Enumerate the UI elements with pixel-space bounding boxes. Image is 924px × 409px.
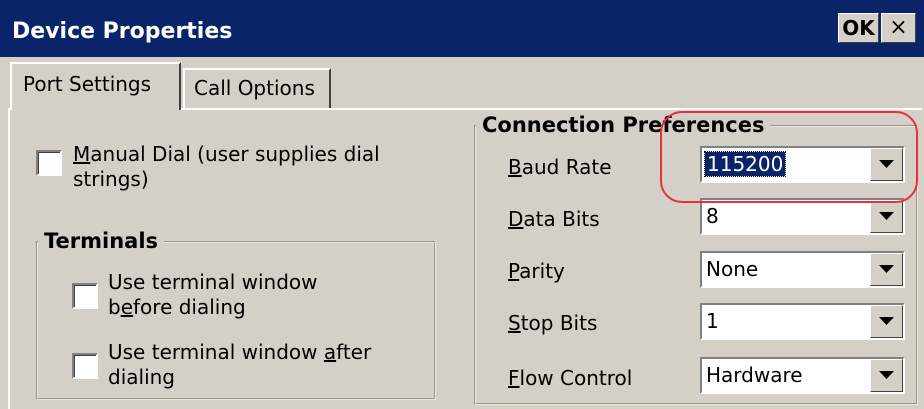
stop-bits-mnemonic: S [508,311,521,335]
tab-call-options-label: Call Options [194,76,315,100]
chevron-down-icon [879,317,894,325]
manual-dial-label-line1: anual Dial (user supplies dial [90,142,380,166]
terminal-before-line1: Use terminal window [108,270,318,294]
tab-port-settings[interactable]: Port Settings [10,62,181,110]
data-bits-mnemonic: D [508,207,524,231]
tab-call-options[interactable]: Call Options [183,68,331,108]
terminals-group-title: Terminals [38,228,165,254]
terminal-before-label[interactable]: Use terminal window before dialing [108,270,318,320]
data-bits-label: Data Bits [508,207,600,232]
flow-control-label-text: low Control [519,366,633,390]
chevron-down-icon [879,212,894,220]
data-bits-label-text: ata Bits [523,207,600,231]
manual-dial-label[interactable]: Manual Dial (user supplies dial strings) [73,142,380,192]
terminal-after-line2: dialing [108,365,175,389]
baud-rate-label: Baud Rate [508,155,612,180]
parity-dropdown-button[interactable] [870,253,903,286]
chevron-down-icon [879,371,894,379]
terminal-before-checkbox[interactable] [72,283,98,309]
manual-dial-label-line2: strings) [73,167,149,191]
terminal-after-line1-pre: Use terminal window [108,340,324,364]
manual-dial-checkbox[interactable] [36,150,62,176]
parity-value: None [706,257,759,281]
parity-label: Parity [508,259,565,284]
data-bits-value: 8 [706,204,719,228]
manual-dial-mnemonic: M [73,142,91,166]
close-button[interactable]: × [881,13,916,43]
terminal-after-mnemonic: a [323,340,337,364]
flow-control-label: Flow Control [508,366,632,391]
close-icon: × [889,15,908,40]
data-bits-select[interactable]: 8 [700,198,905,235]
tab-port-settings-label: Port Settings [23,72,152,96]
baud-rate-value: 115200 [703,151,787,177]
stop-bits-label: Stop Bits [508,311,597,336]
chevron-down-icon [879,265,894,273]
terminal-before-line2-post: fore dialing [133,295,246,319]
stop-bits-dropdown-button[interactable] [870,305,903,338]
data-bits-dropdown-button[interactable] [870,200,903,233]
window-title: Device Properties [12,19,233,44]
terminal-after-checkbox[interactable] [72,353,98,379]
terminal-after-label[interactable]: Use terminal window after dialing [108,340,371,390]
parity-select[interactable]: None [700,251,905,288]
baud-rate-mnemonic: B [508,155,522,179]
connection-preferences-title: Connection Preferences [476,112,771,138]
terminal-before-line2-pre: b [108,295,121,319]
terminal-before-mnemonic: e [120,295,134,319]
flow-control-dropdown-button[interactable] [870,359,903,392]
terminal-after-line1-post: fter [336,340,372,364]
flow-control-mnemonic: F [508,366,520,390]
baud-rate-label-text: aud Rate [521,155,612,179]
parity-label-text: arity [519,259,565,283]
chevron-down-icon [879,160,894,168]
title-bar: Device Properties OK × [0,0,924,57]
baud-rate-dropdown-button[interactable] [870,148,903,181]
flow-control-select[interactable]: Hardware [700,357,905,394]
stop-bits-value: 1 [706,309,719,333]
stop-bits-select[interactable]: 1 [700,303,905,340]
flow-control-value: Hardware [706,363,803,387]
baud-rate-select[interactable]: 115200 [700,146,905,183]
parity-mnemonic: P [508,259,520,283]
ok-button[interactable]: OK [838,13,879,43]
stop-bits-label-text: top Bits [520,311,598,335]
